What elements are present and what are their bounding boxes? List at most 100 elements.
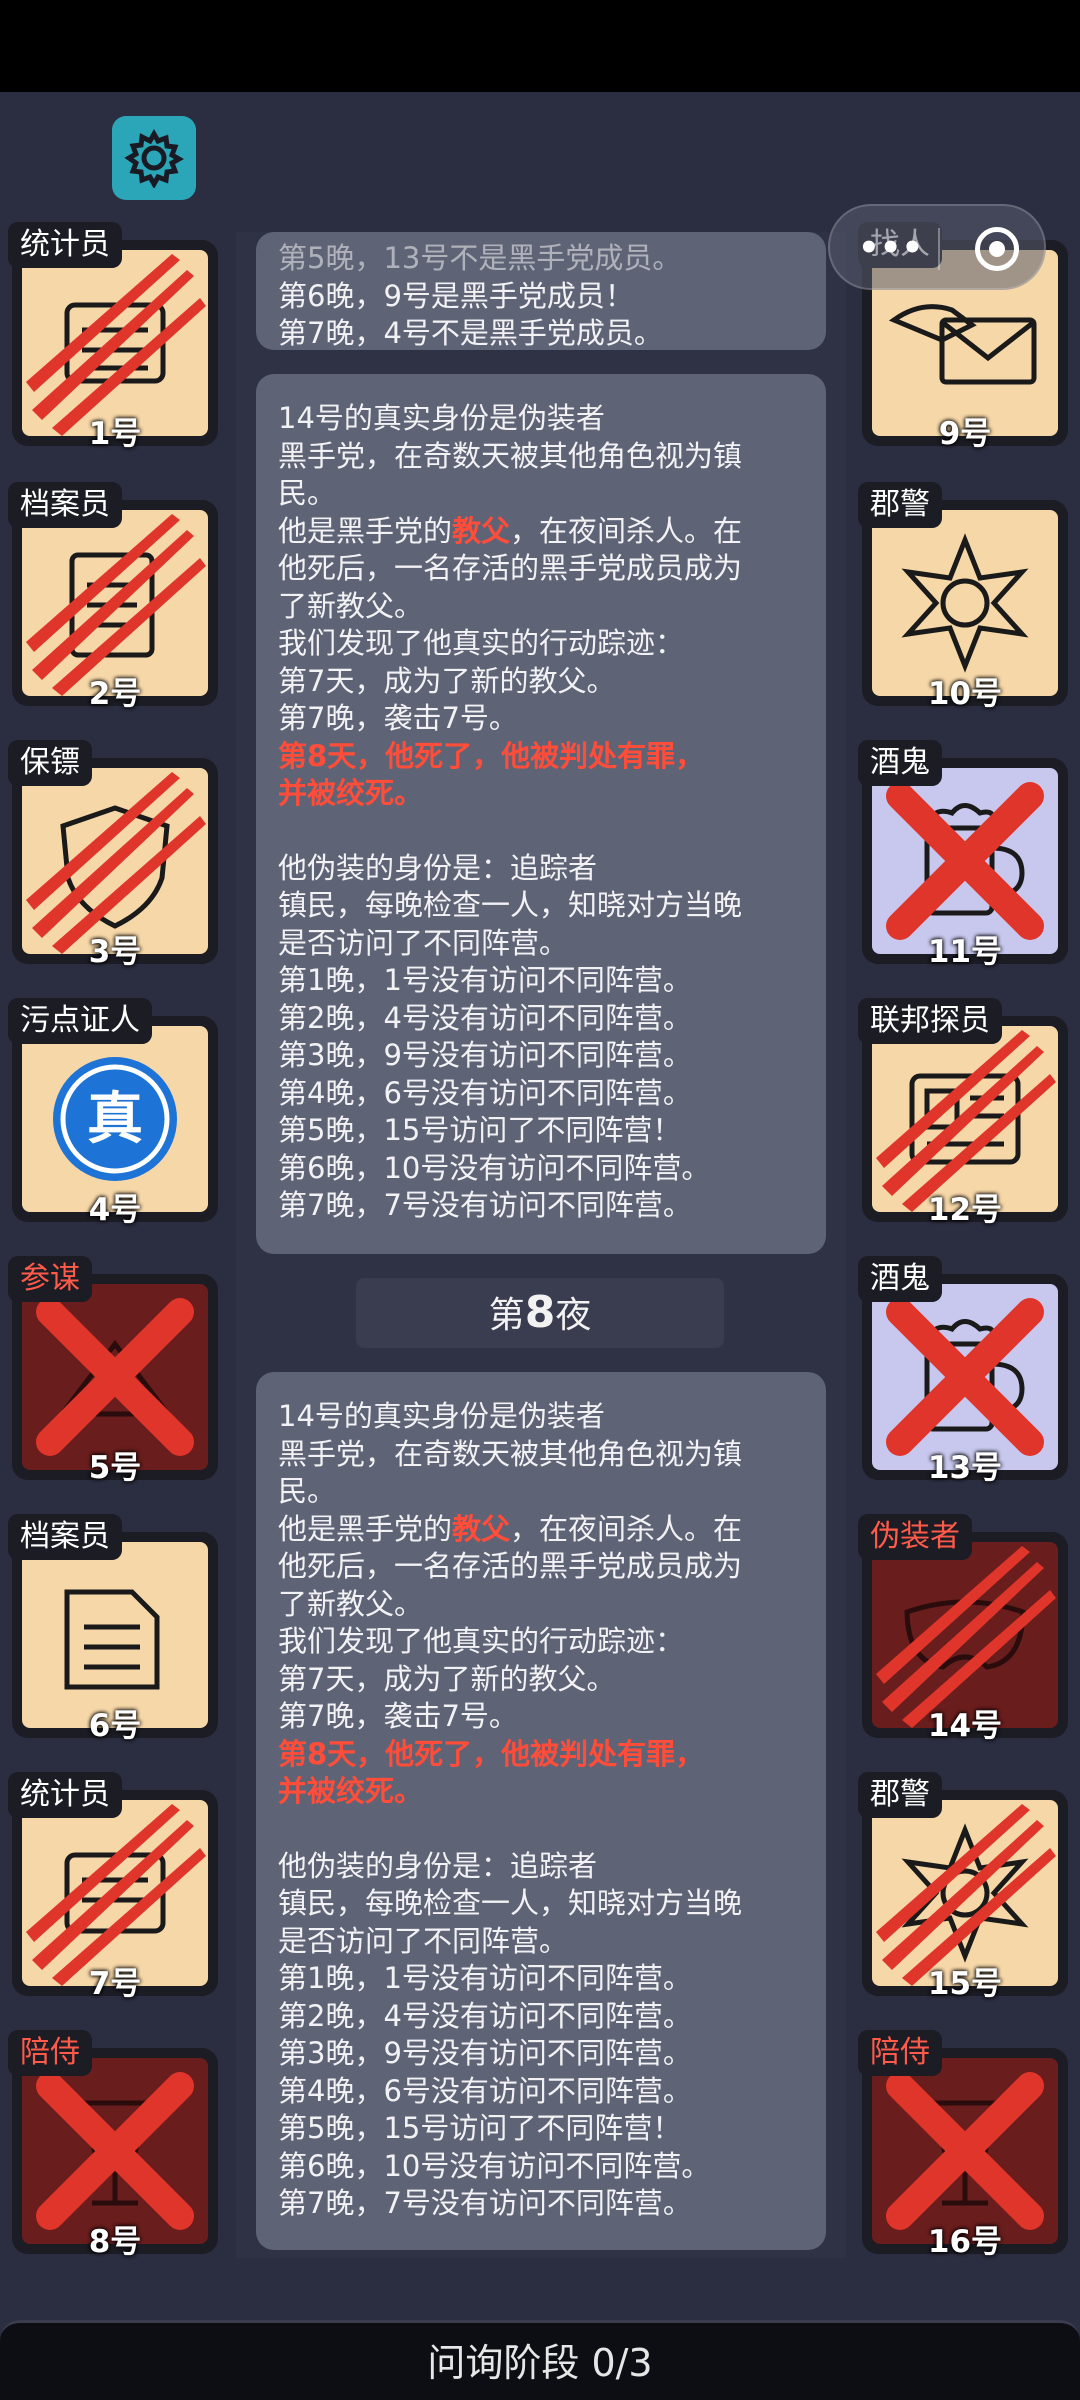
role-label: 联邦探员 [858, 998, 1002, 1044]
report-line: 他伪装的身份是：追踪者 [278, 1848, 598, 1883]
message-panel-previous: 第5晚，13号不是黑手党成员。 第6晚，9号是黑手党成员！ 第7晚，4号不是黑手… [256, 232, 826, 350]
player-number: 6号 [88, 1708, 142, 1744]
player-number: 8号 [88, 2224, 142, 2260]
report-line: 第3晚，9号没有访问不同阵营。 [278, 1038, 692, 1072]
message-panel-report: 14号的真实身份是伪装者 黑手党，在奇数天被其他角色视为镇 民。 他是黑手党的教… [256, 374, 826, 1254]
role-label: 档案员 [8, 1514, 122, 1560]
report-line: 第2晚，4号没有访问不同阵营。 [278, 1000, 692, 1035]
role-label: 陪侍 [8, 2030, 92, 2076]
role-label: 酒鬼 [858, 1256, 942, 1302]
player-card-14[interactable]: 伪装者 14号 [858, 1514, 1068, 1744]
report-line-highlight: 并被绞死。 [278, 1774, 424, 1808]
role-label: 档案员 [8, 482, 122, 528]
phase-bar: 问询阶段 0/3 [0, 2320, 1080, 2400]
player-card-13[interactable]: 酒鬼 13号 [858, 1256, 1068, 1486]
report-line: 镇民，每晚检查一人，知晓对方当晚 [278, 1886, 743, 1920]
player-card-11[interactable]: 酒鬼 11号 [858, 740, 1068, 970]
report-line: 是否访问了不同阵营。 [278, 1923, 569, 1958]
night-label-suffix: 夜 [555, 1295, 592, 1336]
player-number: 9号 [938, 416, 992, 452]
player-number: 10号 [927, 676, 1003, 712]
report-line: 第4晚，6号没有访问不同阵营。 [278, 1075, 692, 1110]
report-text: 他是黑手党的 [278, 1511, 453, 1546]
report-line: 我们发现了他真实的行动踪迹： [278, 1624, 685, 1658]
report-line: 黑手党，在奇数天被其他角色视为镇 [278, 1436, 743, 1471]
role-label: 郡警 [858, 1772, 942, 1818]
player-card-15[interactable]: 郡警 15号 [858, 1772, 1068, 2002]
seal-text: 真 [87, 1087, 143, 1152]
player-card-16[interactable]: 陪侍 16号 [858, 2030, 1068, 2260]
gear-icon [124, 128, 184, 188]
player-number: 3号 [88, 934, 142, 970]
player-number: 1号 [88, 416, 142, 452]
player-card-8[interactable]: 陪侍 8号 [8, 2030, 218, 2260]
player-card-5[interactable]: 参谋 5号 [8, 1256, 218, 1486]
night-label: 第8夜 [356, 1278, 724, 1348]
player-card-6[interactable]: 档案员 6号 [8, 1514, 218, 1744]
report-line: 14号的真实身份是伪装者 [278, 401, 605, 435]
capsule-divider [938, 228, 940, 270]
role-label: 统计员 [8, 222, 122, 268]
player-card-12[interactable]: 联邦探员 12号 [858, 998, 1068, 1228]
player-number: 12号 [927, 1192, 1003, 1228]
report-line: 民。 [278, 476, 337, 510]
report-text: ，在夜间杀人。在 [510, 1511, 743, 1546]
report-line: 第7晚，袭击7号。 [278, 701, 518, 735]
message-panel-report: 14号的真实身份是伪装者 黑手党，在奇数天被其他角色视为镇 民。 他是黑手党的教… [256, 1372, 826, 2250]
highlight-text: 教父 [452, 1511, 511, 1546]
player-number: 7号 [88, 1966, 142, 2002]
role-label: 陪侍 [858, 2030, 942, 2076]
role-label: 参谋 [8, 1256, 92, 1302]
more-dots-icon[interactable]: ••• [858, 231, 923, 265]
player-number: 15号 [927, 1966, 1003, 2002]
report-line: 第7晚，袭击7号。 [278, 1699, 518, 1733]
report-line: 第7天，成为了新的教父。 [278, 1661, 616, 1696]
player-card-7[interactable]: 统计员 7号 [8, 1772, 218, 2002]
report-line: 第7晚，7号没有访问不同阵营。 [278, 1188, 692, 1222]
report-line: 黑手党，在奇数天被其他角色视为镇 [278, 438, 743, 473]
role-label: 酒鬼 [858, 740, 942, 786]
message-line: 第6晚，9号是黑手党成员！ [278, 278, 634, 313]
report-line: 了新教父。 [278, 1586, 424, 1621]
report-line: 第6晚，10号没有访问不同阵营。 [278, 2148, 711, 2183]
report-line: 了新教父。 [278, 588, 424, 623]
player-card-10[interactable]: 郡警 10号 [858, 482, 1068, 712]
player-number: 2号 [88, 676, 142, 712]
role-label: 伪装者 [858, 1514, 972, 1560]
status-bar [0, 0, 1080, 92]
report-text: 他是黑手党的 [278, 513, 453, 548]
night-label-prefix: 第 [488, 1295, 525, 1336]
report-line: 第3晚，9号没有访问不同阵营。 [278, 2036, 692, 2070]
highlight-text: 教父 [452, 513, 511, 548]
report-line: 是否访问了不同阵营。 [278, 925, 569, 960]
report-text: ，在夜间杀人。在 [510, 513, 743, 548]
report-line: 第7天，成为了新的教父。 [278, 663, 616, 698]
report-line: 第2晚，4号没有访问不同阵营。 [278, 1998, 692, 2033]
player-card-3[interactable]: 保镖 3号 [8, 740, 218, 970]
role-label: 保镖 [8, 740, 92, 786]
report-line: 他死后，一名存活的黑手党成员成为 [278, 551, 743, 585]
mini-program-capsule: ••• [828, 204, 1046, 290]
report-line: 他是黑手党的教父，在夜间杀人。在 [278, 1511, 804, 1549]
message-line: 第7晚，4号不是黑手党成员。 [278, 316, 663, 350]
report-line: 14号的真实身份是伪装者 [278, 1399, 605, 1433]
report-line: 民。 [278, 1474, 337, 1508]
message-line: 第5晚，13号不是黑手党成员。 [278, 241, 682, 275]
report-line: 第1晚，1号没有访问不同阵营。 [278, 1961, 692, 1995]
player-card-4[interactable]: 真 污点证人 4号 [8, 998, 218, 1228]
player-card-1[interactable]: 统计员 1号 [8, 222, 218, 452]
report-line: 第4晚，6号没有访问不同阵营。 [278, 2073, 692, 2108]
report-line: 第5晚，15号访问了不同阵营！ [278, 1113, 682, 1147]
player-card-2[interactable]: 档案员 2号 [8, 482, 218, 712]
settings-button[interactable] [112, 116, 196, 200]
night-number: 8 [524, 1287, 556, 1338]
target-icon[interactable] [975, 227, 1019, 271]
player-number: 14号 [927, 1708, 1003, 1744]
role-label: 郡警 [858, 482, 942, 528]
role-label: 统计员 [8, 1772, 122, 1818]
report-line: 他伪装的身份是：追踪者 [278, 850, 598, 885]
player-number: 11号 [927, 934, 1003, 970]
report-line: 他死后，一名存活的黑手党成员成为 [278, 1549, 743, 1583]
report-line: 我们发现了他真实的行动踪迹： [278, 626, 685, 660]
report-line: 第6晚，10号没有访问不同阵营。 [278, 1150, 711, 1185]
